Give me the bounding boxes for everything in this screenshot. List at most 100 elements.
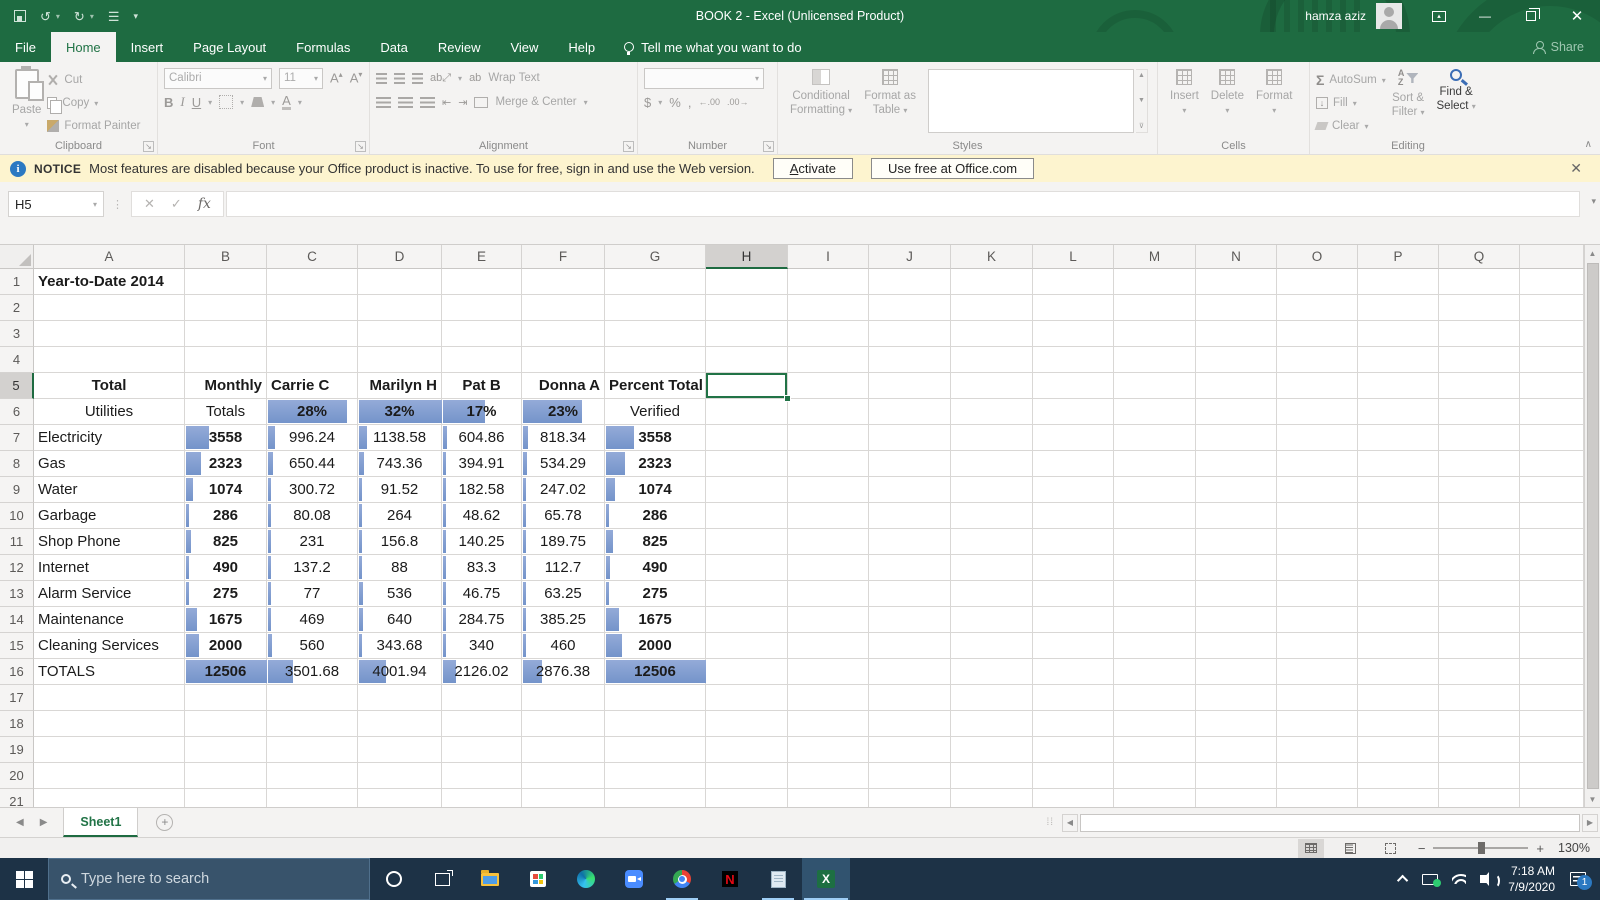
tray-network-button[interactable] [1445, 858, 1473, 900]
cell-L10[interactable] [1033, 503, 1114, 529]
cell-A9[interactable]: Water [34, 477, 185, 503]
tray-volume-button[interactable] [1473, 858, 1500, 900]
zoom-app-button[interactable] [610, 858, 658, 900]
cell-F19[interactable] [522, 737, 605, 763]
cell-E18[interactable] [442, 711, 522, 737]
cell-D3[interactable] [358, 321, 442, 347]
borders-button[interactable] [219, 95, 233, 109]
cell-I15[interactable] [788, 633, 869, 659]
cell-N7[interactable] [1196, 425, 1277, 451]
middle-align-icon[interactable] [394, 73, 405, 84]
cell-M1[interactable] [1114, 269, 1196, 295]
decrease-decimal-button[interactable]: .00→ [727, 97, 749, 107]
cell-I16[interactable] [788, 659, 869, 685]
cell-partial-18[interactable] [1520, 711, 1584, 737]
column-header-N[interactable]: N [1196, 245, 1277, 269]
cell-G15[interactable]: 2000 [605, 633, 706, 659]
column-header-G[interactable]: G [605, 245, 706, 269]
cell-G6[interactable]: Verified [605, 399, 706, 425]
cell-H1[interactable] [706, 269, 788, 295]
decrease-indent-icon[interactable]: ⇤ [442, 96, 451, 109]
cell-E16[interactable]: 2126.02 [442, 659, 522, 685]
cell-F3[interactable] [522, 321, 605, 347]
cell-D20[interactable] [358, 763, 442, 789]
cell-partial-14[interactable] [1520, 607, 1584, 633]
align-center-icon[interactable] [398, 97, 413, 108]
cell-E8[interactable]: 394.91 [442, 451, 522, 477]
cell-I9[interactable] [788, 477, 869, 503]
cell-J3[interactable] [869, 321, 951, 347]
cell-P13[interactable] [1358, 581, 1439, 607]
cell-B16[interactable]: 12506 [185, 659, 267, 685]
cell-B6[interactable]: Totals [185, 399, 267, 425]
chrome-button[interactable] [658, 858, 706, 900]
cell-P21[interactable] [1358, 789, 1439, 807]
cortana-button[interactable] [370, 858, 418, 900]
scroll-up-icon[interactable]: ▲ [1585, 245, 1600, 261]
close-button[interactable]: ✕ [1554, 0, 1600, 32]
cell-J10[interactable] [869, 503, 951, 529]
cell-P1[interactable] [1358, 269, 1439, 295]
cell-H17[interactable] [706, 685, 788, 711]
normal-view-button[interactable] [1298, 839, 1324, 858]
cell-N20[interactable] [1196, 763, 1277, 789]
cell-H5[interactable] [706, 373, 788, 399]
cell-L2[interactable] [1033, 295, 1114, 321]
cell-H14[interactable] [706, 607, 788, 633]
cell-K9[interactable] [951, 477, 1033, 503]
cell-P9[interactable] [1358, 477, 1439, 503]
share-button[interactable]: Share [1533, 32, 1600, 62]
cell-A13[interactable]: Alarm Service [34, 581, 185, 607]
cell-M3[interactable] [1114, 321, 1196, 347]
activate-button[interactable]: Activate [773, 158, 853, 179]
cell-H9[interactable] [706, 477, 788, 503]
vertical-scroll-thumb[interactable] [1587, 263, 1599, 789]
cell-partial-1[interactable] [1520, 269, 1584, 295]
cell-H16[interactable] [706, 659, 788, 685]
format-painter-button[interactable]: Format Painter [47, 116, 140, 136]
cell-partial-10[interactable] [1520, 503, 1584, 529]
cell-Q18[interactable] [1439, 711, 1520, 737]
cell-partial-8[interactable] [1520, 451, 1584, 477]
cell-K15[interactable] [951, 633, 1033, 659]
cell-B13[interactable]: 275 [185, 581, 267, 607]
cell-J5[interactable] [869, 373, 951, 399]
cell-F2[interactable] [522, 295, 605, 321]
cell-partial-2[interactable] [1520, 295, 1584, 321]
cell-G8[interactable]: 2323 [605, 451, 706, 477]
cell-H11[interactable] [706, 529, 788, 555]
tab-formulas[interactable]: Formulas [281, 32, 365, 62]
cell-B19[interactable] [185, 737, 267, 763]
cell-F15[interactable]: 460 [522, 633, 605, 659]
cell-Q20[interactable] [1439, 763, 1520, 789]
cell-E20[interactable] [442, 763, 522, 789]
vertical-scrollbar[interactable]: ▲ ▼ [1584, 245, 1600, 807]
cell-I8[interactable] [788, 451, 869, 477]
cell-L18[interactable] [1033, 711, 1114, 737]
bottom-align-icon[interactable] [412, 73, 423, 84]
cell-E6[interactable]: 17% [442, 399, 522, 425]
cell-E19[interactable] [442, 737, 522, 763]
page-layout-view-button[interactable] [1338, 839, 1364, 858]
notification-center-button[interactable]: 1 [1563, 858, 1600, 900]
row-header-9[interactable]: 9 [0, 477, 34, 503]
merge-center-button[interactable]: Merge & Center [495, 96, 576, 108]
cell-I3[interactable] [788, 321, 869, 347]
page-break-view-button[interactable] [1378, 839, 1404, 858]
cell-C11[interactable]: 231 [267, 529, 358, 555]
cell-F14[interactable]: 385.25 [522, 607, 605, 633]
cell-A16[interactable]: TOTALS [34, 659, 185, 685]
cell-K11[interactable] [951, 529, 1033, 555]
cell-I11[interactable] [788, 529, 869, 555]
zoom-level[interactable]: 130% [1558, 841, 1590, 855]
cell-I4[interactable] [788, 347, 869, 373]
cell-N21[interactable] [1196, 789, 1277, 807]
cell-J14[interactable] [869, 607, 951, 633]
cell-G9[interactable]: 1074 [605, 477, 706, 503]
cell-A18[interactable] [34, 711, 185, 737]
cell-Q2[interactable] [1439, 295, 1520, 321]
cell-K13[interactable] [951, 581, 1033, 607]
cell-H18[interactable] [706, 711, 788, 737]
cell-K6[interactable] [951, 399, 1033, 425]
cell-C8[interactable]: 650.44 [267, 451, 358, 477]
